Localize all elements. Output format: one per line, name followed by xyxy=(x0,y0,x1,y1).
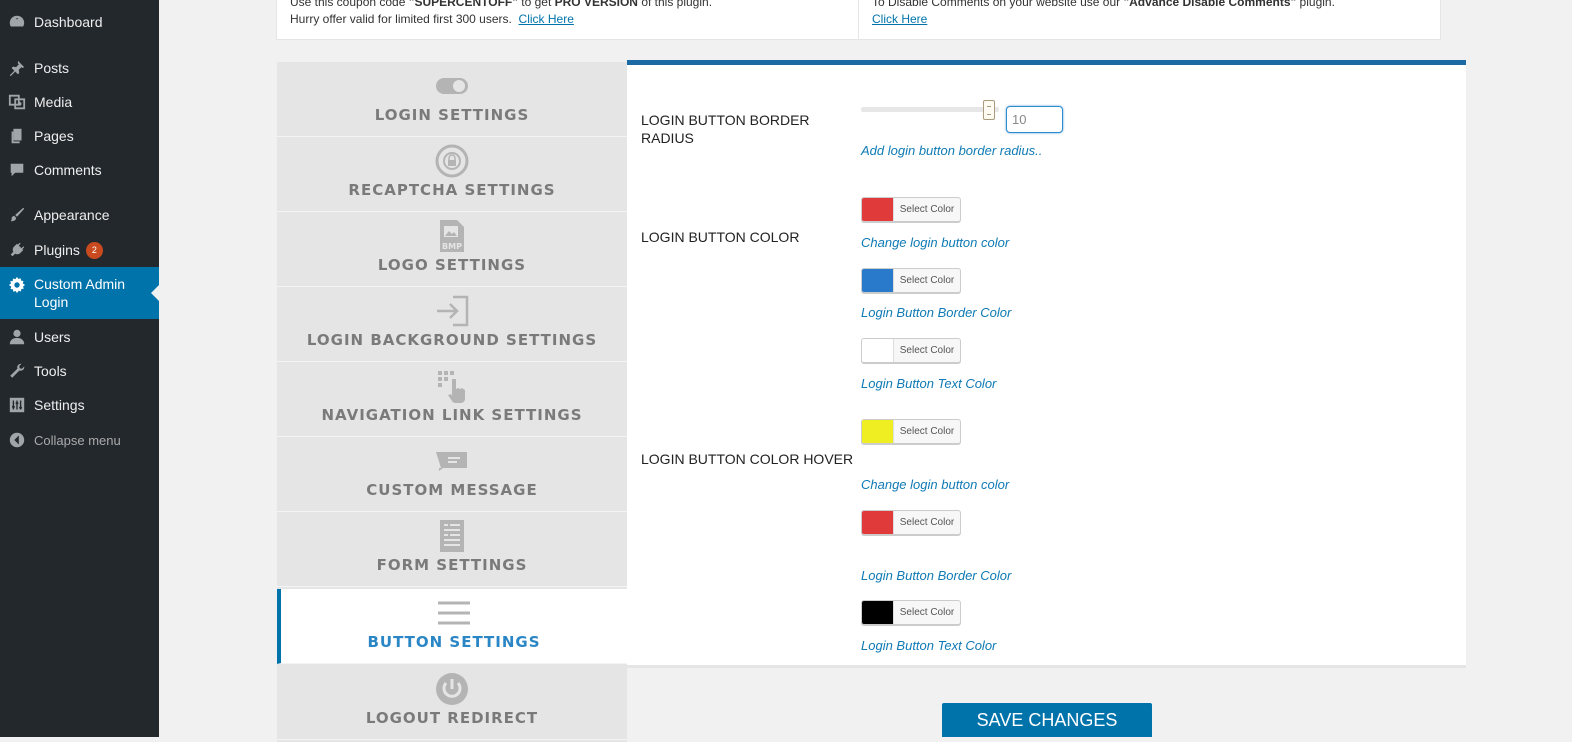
sidebar-item-tools[interactable]: Tools xyxy=(0,354,159,388)
offer-text: Hurry offer valid for limited first 300 … xyxy=(290,12,512,26)
tab-button-settings[interactable]: BUTTON SETTINGS xyxy=(277,589,627,664)
pages-icon xyxy=(0,119,34,153)
coupon-code: "SUPERCENTOFF" xyxy=(408,0,518,9)
svg-text:BMP: BMP xyxy=(442,242,462,251)
recaptcha-lock-icon xyxy=(435,141,469,181)
settings-tabs: LOGIN SETTINGS RECAPTCHA SETTINGS BMP LO… xyxy=(277,62,627,742)
hover-text-color-picker[interactable]: Select Color xyxy=(861,600,961,625)
coupon-click-here-link[interactable]: Click Here xyxy=(519,12,574,26)
tab-logout-redirect[interactable]: LOGOUT REDIRECT xyxy=(277,665,627,740)
hover-border-color-picker[interactable]: Select Color xyxy=(861,510,961,535)
button-color-hint: Change login button color xyxy=(861,235,1010,250)
menu-lines-icon xyxy=(437,593,471,633)
gear-icon xyxy=(0,275,34,295)
form-icon xyxy=(439,516,465,556)
hover-border-color-hint: Login Button Border Color xyxy=(861,568,1012,583)
border-radius-slider[interactable] xyxy=(861,107,999,112)
tab-login-settings[interactable]: LOGIN SETTINGS xyxy=(277,62,627,137)
dashboard-icon xyxy=(0,5,34,39)
tab-login-background-settings[interactable]: LOGIN BACKGROUND SETTINGS xyxy=(277,287,627,362)
pin-icon xyxy=(0,51,34,85)
border-radius-hint: Add login button border radius.. xyxy=(861,143,1043,158)
sidebar-item-comments[interactable]: Comments xyxy=(0,153,159,187)
toggle-icon xyxy=(435,66,469,106)
wrench-icon xyxy=(0,354,34,388)
pointer-hand-icon xyxy=(436,366,468,406)
sidebar-item-posts[interactable]: Posts xyxy=(0,51,159,85)
sidebar-item-media[interactable]: Media xyxy=(0,85,159,119)
hover-button-color-picker[interactable]: Select Color xyxy=(861,419,961,444)
sign-in-icon xyxy=(435,291,469,331)
sidebar-item-custom-admin-login[interactable]: Custom Admin Login xyxy=(0,267,159,319)
tab-recaptcha-settings[interactable]: RECAPTCHA SETTINGS xyxy=(277,137,627,212)
button-border-color-hint: Login Button Border Color xyxy=(861,305,1012,320)
plugin-name-text: "Advance Disable Comments" xyxy=(1123,0,1297,9)
coupon-notice: Use this coupon code "SUPERCENTOFF" to g… xyxy=(276,0,859,40)
tab-navigation-link-settings[interactable]: NAVIGATION LINK SETTINGS xyxy=(277,362,627,437)
bmp-image-icon: BMP xyxy=(438,216,466,256)
color-swatch xyxy=(862,339,893,362)
sidebar-item-plugins[interactable]: Plugins 2 xyxy=(0,233,159,267)
button-settings-panel: LOGIN BUTTON BORDER RADIUS Add login but… xyxy=(627,60,1466,668)
message-icon xyxy=(435,441,469,481)
color-swatch xyxy=(862,420,893,443)
collapse-menu-button[interactable]: Collapse menu xyxy=(0,423,159,457)
tab-logo-settings[interactable]: BMP LOGO SETTINGS xyxy=(277,212,627,287)
media-icon xyxy=(0,85,34,119)
color-swatch xyxy=(862,269,893,292)
button-border-color-picker[interactable]: Select Color xyxy=(861,268,961,293)
user-icon xyxy=(0,320,34,354)
tab-custom-message[interactable]: CUSTOM MESSAGE xyxy=(277,437,627,512)
button-text-color-picker[interactable]: Select Color xyxy=(861,338,961,363)
button-text-color-hint: Login Button Text Color xyxy=(861,376,997,391)
brush-icon xyxy=(0,198,34,232)
border-radius-slider-handle[interactable] xyxy=(983,100,996,120)
tab-form-settings[interactable]: FORM SETTINGS xyxy=(277,512,627,587)
admin-sidebar: Dashboard Posts Media Pages Comments App… xyxy=(0,0,159,737)
border-radius-label: LOGIN BUTTON BORDER RADIUS xyxy=(641,112,810,146)
plugin-icon xyxy=(0,233,34,267)
update-count-badge: 2 xyxy=(85,241,103,259)
color-swatch xyxy=(862,601,893,624)
sidebar-item-users[interactable]: Users xyxy=(0,320,159,354)
sidebar-item-dashboard[interactable]: Dashboard xyxy=(0,5,159,39)
hover-text-color-hint: Login Button Text Color xyxy=(861,638,997,653)
button-color-hover-label: LOGIN BUTTON COLOR HOVER xyxy=(641,451,854,467)
disable-comments-click-here-link[interactable]: Click Here xyxy=(872,12,927,26)
power-icon xyxy=(435,669,469,709)
button-color-picker[interactable]: Select Color xyxy=(861,197,961,222)
button-color-label: LOGIN BUTTON COLOR xyxy=(641,229,800,245)
collapse-icon xyxy=(0,423,34,457)
pro-version-text: PRO VERSION xyxy=(554,0,638,9)
border-radius-input[interactable] xyxy=(1006,106,1063,133)
color-swatch xyxy=(862,198,893,221)
sidebar-item-appearance[interactable]: Appearance xyxy=(0,198,159,232)
sidebar-item-settings[interactable]: Settings xyxy=(0,388,159,422)
color-swatch xyxy=(862,511,893,534)
save-changes-button[interactable]: SAVE CHANGES xyxy=(942,703,1152,737)
comment-icon xyxy=(0,153,34,187)
settings-icon xyxy=(0,388,34,422)
sidebar-item-pages[interactable]: Pages xyxy=(0,119,159,153)
hover-button-color-hint: Change login button color xyxy=(861,477,1010,492)
disable-comments-notice: To Disable Comments on your website use … xyxy=(858,0,1441,40)
